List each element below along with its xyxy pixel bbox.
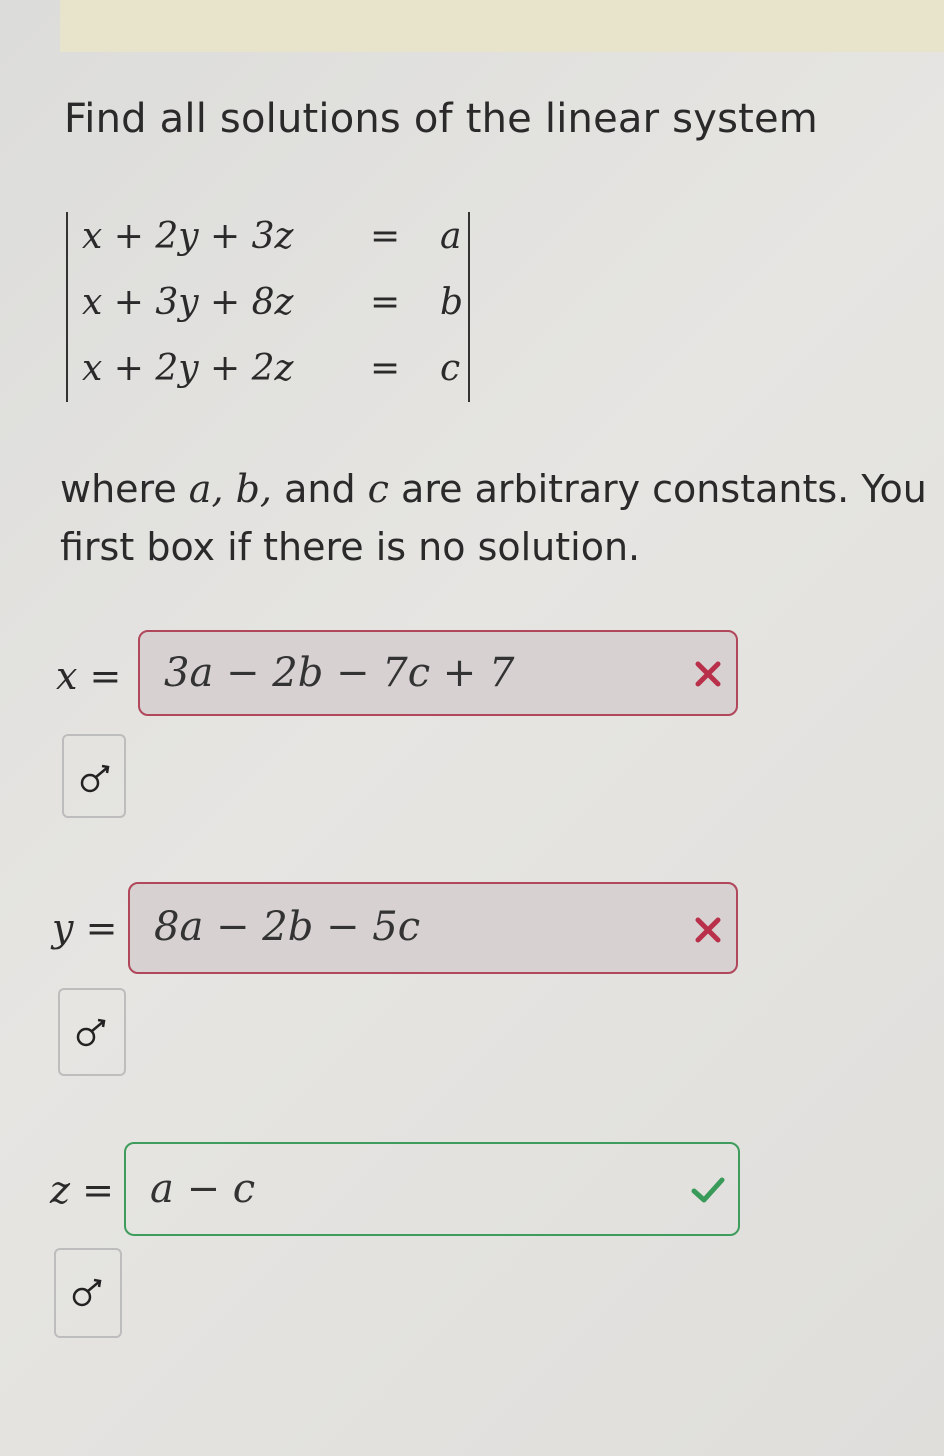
description-text: and [272,467,368,511]
variable-name: z [50,1168,71,1212]
equation-equals: = [370,348,401,389]
math-input-tool-button[interactable] [58,988,126,1076]
answer-x-input[interactable]: 3a − 2b − 7c + 7 [138,630,738,716]
equation-lhs: x + 2y + 3z [82,216,294,257]
equation-lhs: x + 2y + 2z [82,348,294,389]
math-input-tool-button[interactable] [54,1248,122,1338]
math-input-tool-icon [76,1018,106,1047]
question-prompt: Find all solutions of the linear system [64,96,818,142]
equation-lhs: x + 3y + 8z [82,282,294,323]
variable-name: y [52,906,74,950]
equation-rhs: b [440,282,464,323]
equals-sign: = [89,654,122,698]
answer-z-label: z = [50,1168,114,1212]
description-line-1: where a, b, and c are arbitrary constant… [60,460,944,518]
description-text: are arbitrary constants. You [388,467,927,511]
math-input-tool-icon [72,1278,102,1307]
description-text: where [60,467,189,511]
variable-name: x [56,654,78,698]
equals-sign: = [82,1168,114,1212]
description-var-c: c [367,467,389,511]
equation-rhs: a [440,216,462,257]
check-mark-icon [690,1174,726,1206]
answer-z-input[interactable]: a − c [124,1142,740,1236]
answer-z-value: a − c [150,1166,256,1212]
answer-y-input[interactable]: 8a − 2b − 5c [128,882,738,974]
equation-equals: = [370,282,401,323]
top-banner [60,0,944,52]
equals-sign: = [85,906,118,950]
x-mark-icon [692,658,724,690]
question-description: where a, b, and c are arbitrary constant… [60,460,944,576]
math-input-tool-button[interactable] [62,734,126,818]
equation-equals: = [370,216,401,257]
x-mark-icon [692,914,724,946]
answer-x-value: 3a − 2b − 7c + 7 [164,650,515,696]
description-vars: a, b, [188,467,273,511]
answer-x-label: x = [56,654,121,698]
math-input-tool-icon [80,764,110,793]
linear-system: x + 2y + 3z = a x + 3y + 8z = b x + 2y +… [66,212,470,402]
answer-y-label: y = [52,906,117,950]
description-line-2: first box if there is no solution. [60,525,641,569]
answer-y-value: 8a − 2b − 5c [154,904,421,950]
equation-rhs: c [440,348,461,389]
